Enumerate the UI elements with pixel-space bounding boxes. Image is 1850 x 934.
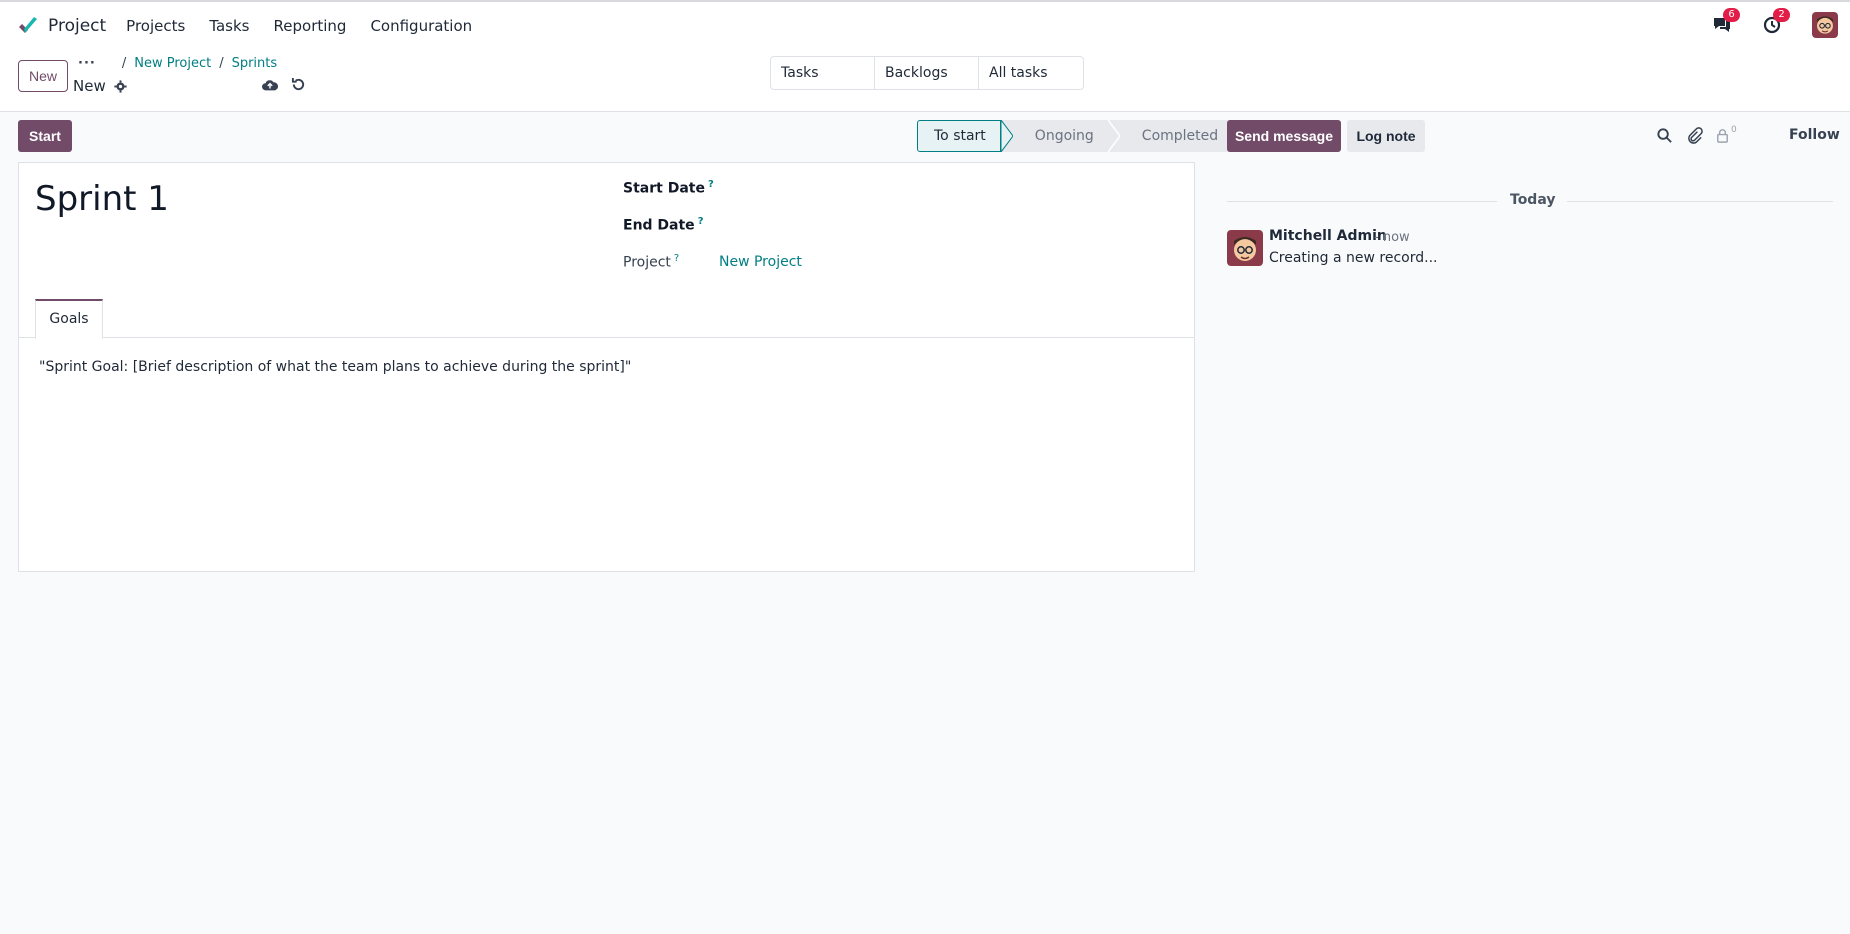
user-avatar-image bbox=[1812, 12, 1838, 38]
smart-button-all-tasks[interactable]: All tasks bbox=[979, 57, 1083, 89]
messages-badge: 6 bbox=[1723, 8, 1740, 22]
message-author-avatar[interactable] bbox=[1227, 230, 1263, 266]
stage-to-start[interactable]: To start bbox=[917, 120, 1001, 152]
breadcrumb-separator: / bbox=[121, 56, 127, 71]
end-date-label-text: End Date bbox=[623, 217, 695, 234]
project-field-value[interactable]: New Project bbox=[719, 254, 802, 270]
help-tooltip-icon[interactable]: ? bbox=[708, 179, 714, 190]
menu-projects[interactable]: Projects bbox=[126, 17, 185, 35]
date-separator: Today bbox=[1510, 192, 1556, 208]
help-tooltip-icon[interactable]: ? bbox=[674, 253, 679, 264]
notebook-tabs: Goals bbox=[19, 299, 1194, 339]
top-navbar: Project Projects Tasks Reporting Configu… bbox=[0, 0, 1850, 50]
user-avatar[interactable] bbox=[1812, 12, 1838, 38]
main-menu: Projects Tasks Reporting Configuration bbox=[126, 17, 496, 35]
project-label-text: Project bbox=[623, 254, 671, 271]
followers-count: 0 bbox=[1731, 125, 1737, 135]
project-label: Project? bbox=[623, 253, 679, 271]
message-time: - now bbox=[1374, 230, 1410, 245]
send-message-button[interactable]: Send message bbox=[1227, 120, 1341, 152]
stage-completed[interactable]: Completed bbox=[1119, 120, 1233, 152]
smart-button-tasks[interactable]: Tasks bbox=[771, 57, 875, 89]
project-app-icon bbox=[19, 17, 37, 33]
app-brand[interactable]: Project bbox=[16, 14, 106, 38]
breadcrumb-sprints[interactable]: Sprints bbox=[232, 56, 278, 71]
activities-badge: 2 bbox=[1773, 8, 1790, 22]
tab-goals[interactable]: Goals bbox=[35, 299, 103, 339]
paperclip-icon[interactable] bbox=[1686, 127, 1703, 144]
author-avatar-image bbox=[1227, 230, 1263, 266]
record-name-label: New bbox=[73, 77, 106, 95]
discard-changes-icon[interactable] bbox=[291, 77, 306, 92]
breadcrumb-separator: / bbox=[219, 56, 224, 71]
date-divider-line bbox=[1567, 201, 1833, 202]
new-record-button[interactable]: New bbox=[18, 60, 68, 92]
messaging-menu[interactable]: 6 bbox=[1712, 8, 1740, 36]
gear-icon[interactable] bbox=[114, 79, 127, 93]
systray: 6 2 bbox=[1712, 8, 1838, 38]
log-note-button[interactable]: Log note bbox=[1347, 120, 1425, 152]
goals-html-field[interactable]: "Sprint Goal: [Brief description of what… bbox=[39, 359, 631, 375]
start-date-label-text: Start Date bbox=[623, 180, 705, 197]
stage-statusbar: To start Ongoing Completed bbox=[917, 120, 1233, 152]
followers-icon[interactable] bbox=[1714, 127, 1731, 144]
message-body: Creating a new record... bbox=[1269, 250, 1438, 266]
stage-arrow bbox=[1107, 120, 1120, 152]
sprint-name-field[interactable]: Sprint 1 bbox=[35, 179, 169, 219]
stage-arrow bbox=[1000, 120, 1013, 152]
breadcrumb-more-icon[interactable]: ··· bbox=[78, 56, 96, 71]
message-author[interactable]: Mitchell Admin bbox=[1269, 228, 1387, 244]
start-sprint-button[interactable]: Start bbox=[18, 120, 72, 152]
menu-configuration[interactable]: Configuration bbox=[370, 17, 472, 35]
breadcrumb: ··· / New Project / Sprints bbox=[78, 56, 277, 71]
breadcrumb-new-project[interactable]: New Project bbox=[134, 56, 211, 71]
save-cloud-icon[interactable] bbox=[262, 78, 278, 92]
search-icon[interactable] bbox=[1656, 127, 1673, 144]
record-name: New bbox=[73, 77, 127, 95]
menu-tasks[interactable]: Tasks bbox=[209, 17, 249, 35]
menu-reporting[interactable]: Reporting bbox=[274, 17, 347, 35]
start-date-label: Start Date? bbox=[623, 179, 714, 197]
smart-button-backlogs[interactable]: Backlogs bbox=[875, 57, 979, 89]
date-divider-line bbox=[1227, 201, 1497, 202]
follow-button[interactable]: Follow bbox=[1789, 127, 1840, 143]
end-date-label: End Date? bbox=[623, 216, 704, 234]
activity-menu[interactable]: 2 bbox=[1762, 8, 1790, 36]
stage-ongoing[interactable]: Ongoing bbox=[1012, 120, 1108, 152]
app-name: Project bbox=[48, 16, 107, 36]
smart-buttons: Tasks Backlogs All tasks bbox=[770, 56, 1084, 90]
control-panel: New ··· / New Project / Sprints New Task… bbox=[0, 50, 1850, 112]
help-tooltip-icon[interactable]: ? bbox=[698, 216, 704, 227]
form-sheet: Sprint 1 Start Date? End Date? Project? … bbox=[18, 162, 1195, 572]
